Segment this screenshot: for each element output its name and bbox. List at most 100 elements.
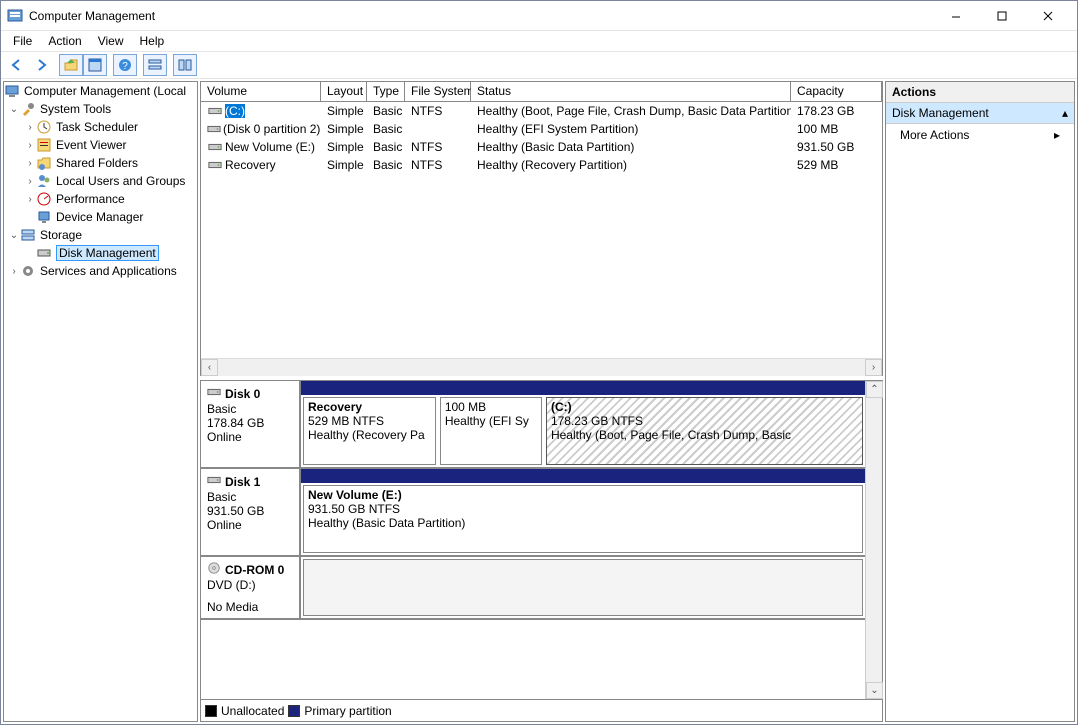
volume-body[interactable]: (C:)SimpleBasicNTFSHealthy (Boot, Page F… bbox=[201, 102, 882, 358]
volume-row[interactable]: RecoverySimpleBasicNTFSHealthy (Recovery… bbox=[201, 156, 882, 174]
partition-size: 100 MB bbox=[445, 400, 537, 414]
expand-icon[interactable]: › bbox=[24, 140, 36, 151]
disk-row[interactable]: CD-ROM 0DVD (D:)No Media bbox=[201, 557, 865, 620]
expand-icon[interactable]: › bbox=[24, 122, 36, 133]
legend: Unallocated Primary partition bbox=[201, 699, 882, 721]
expand-icon[interactable]: › bbox=[24, 194, 36, 205]
disk-state: No Media bbox=[207, 600, 293, 614]
expand-icon[interactable]: › bbox=[24, 158, 36, 169]
collapse-icon[interactable]: ▴ bbox=[1062, 106, 1068, 120]
scroll-right-icon[interactable]: › bbox=[865, 359, 882, 376]
volume-row[interactable]: (Disk 0 partition 2)SimpleBasicHealthy (… bbox=[201, 120, 882, 138]
vscrollbar[interactable]: ⌃ ⌄ bbox=[865, 381, 882, 699]
tree-task-scheduler[interactable]: ›Task Scheduler bbox=[4, 118, 197, 136]
tree-pane[interactable]: Computer Management (Local ⌄ System Tool… bbox=[3, 81, 198, 722]
expand-icon[interactable]: ⌄ bbox=[8, 230, 20, 241]
partition-status: Healthy (Boot, Page File, Crash Dump, Ba… bbox=[551, 428, 858, 442]
partition-box[interactable]: Recovery529 MB NTFSHealthy (Recovery Pa bbox=[303, 397, 436, 465]
disk-scroll[interactable]: Disk 0Basic178.84 GBOnlineRecovery529 MB… bbox=[201, 381, 865, 699]
minimize-button[interactable] bbox=[933, 1, 979, 31]
tree-services[interactable]: ›Services and Applications bbox=[4, 262, 197, 280]
col-status[interactable]: Status bbox=[471, 82, 791, 101]
app-icon bbox=[7, 8, 23, 24]
disk-stripe bbox=[301, 381, 865, 395]
volume-fs: NTFS bbox=[405, 104, 471, 118]
partition-box[interactable]: (C:)178.23 GB NTFSHealthy (Boot, Page Fi… bbox=[546, 397, 863, 465]
menu-view[interactable]: View bbox=[90, 32, 132, 50]
tree-device-manager[interactable]: Device Manager bbox=[4, 208, 197, 226]
menu-help[interactable]: Help bbox=[132, 32, 173, 50]
tree-shared-folders[interactable]: ›Shared Folders bbox=[4, 154, 197, 172]
scroll-down-icon[interactable]: ⌄ bbox=[866, 682, 883, 699]
volume-type: Basic bbox=[367, 158, 405, 172]
main-area: Computer Management (Local ⌄ System Tool… bbox=[1, 79, 1077, 724]
scroll-up-icon[interactable]: ⌃ bbox=[866, 381, 883, 398]
disk-size: 178.84 GB bbox=[207, 416, 293, 430]
tree-event-viewer[interactable]: ›Event Viewer bbox=[4, 136, 197, 154]
col-volume[interactable]: Volume bbox=[201, 82, 321, 101]
col-layout[interactable]: Layout bbox=[321, 82, 367, 101]
disk-row[interactable]: Disk 1Basic931.50 GBOnlineNew Volume (E:… bbox=[201, 469, 865, 557]
nav-forward-button[interactable] bbox=[29, 54, 53, 76]
computer-icon bbox=[4, 83, 20, 99]
actions-group-label: Disk Management bbox=[892, 106, 989, 120]
hscrollbar[interactable]: ‹ › bbox=[201, 358, 882, 375]
partition-box[interactable] bbox=[303, 559, 863, 616]
volume-row[interactable]: New Volume (E:)SimpleBasicNTFSHealthy (B… bbox=[201, 138, 882, 156]
clock-icon bbox=[36, 119, 52, 135]
volume-name: (Disk 0 partition 2) bbox=[223, 122, 320, 136]
partition-status: Healthy (Recovery Pa bbox=[308, 428, 431, 442]
expand-icon[interactable]: › bbox=[8, 266, 20, 277]
expand-icon[interactable]: ⌄ bbox=[8, 104, 20, 115]
disk-partitions bbox=[301, 557, 865, 618]
toolbar-view2-button[interactable] bbox=[173, 54, 197, 76]
partition-box[interactable]: New Volume (E:)931.50 GB NTFSHealthy (Ba… bbox=[303, 485, 863, 553]
share-icon bbox=[36, 155, 52, 171]
tree-performance[interactable]: ›Performance bbox=[4, 190, 197, 208]
disk-size: 931.50 GB bbox=[207, 504, 293, 518]
disk-info: CD-ROM 0DVD (D:)No Media bbox=[201, 557, 301, 618]
actions-header: Actions bbox=[886, 82, 1074, 103]
col-fs[interactable]: File System bbox=[405, 82, 471, 101]
actions-more[interactable]: More Actions ▸ bbox=[886, 124, 1074, 146]
partition-status: Healthy (EFI Sy bbox=[445, 414, 537, 428]
tree-local-users[interactable]: ›Local Users and Groups bbox=[4, 172, 197, 190]
expand-icon[interactable]: › bbox=[24, 176, 36, 187]
event-icon bbox=[36, 137, 52, 153]
device-icon bbox=[36, 209, 52, 225]
volume-status: Healthy (Basic Data Partition) bbox=[471, 140, 791, 154]
scroll-left-icon[interactable]: ‹ bbox=[201, 359, 218, 376]
disk-row[interactable]: Disk 0Basic178.84 GBOnlineRecovery529 MB… bbox=[201, 381, 865, 469]
close-button[interactable] bbox=[1025, 1, 1071, 31]
toolbar-help-button[interactable]: ? bbox=[113, 54, 137, 76]
perf-icon bbox=[36, 191, 52, 207]
menu-file[interactable]: File bbox=[5, 32, 40, 50]
chevron-right-icon: ▸ bbox=[1054, 128, 1060, 142]
toolbar-view1-button[interactable] bbox=[143, 54, 167, 76]
disk-info: Disk 0Basic178.84 GBOnline bbox=[201, 381, 301, 467]
partition-size: 931.50 GB NTFS bbox=[308, 502, 858, 516]
partition-box[interactable]: 100 MBHealthy (EFI Sy bbox=[440, 397, 542, 465]
col-type[interactable]: Type bbox=[367, 82, 405, 101]
tree-system-tools[interactable]: ⌄ System Tools bbox=[4, 100, 197, 118]
tree-disk-management[interactable]: Disk Management bbox=[4, 244, 197, 262]
tree-root[interactable]: Computer Management (Local bbox=[4, 82, 197, 100]
volume-status: Healthy (EFI System Partition) bbox=[471, 122, 791, 136]
col-capacity[interactable]: Capacity bbox=[791, 82, 882, 101]
volume-type: Basic bbox=[367, 140, 405, 154]
toolbar-properties-button[interactable] bbox=[83, 54, 107, 76]
window-title: Computer Management bbox=[29, 9, 933, 23]
volume-name: New Volume (E:) bbox=[225, 140, 315, 154]
partition-size: 178.23 GB NTFS bbox=[551, 414, 858, 428]
actions-group[interactable]: Disk Management ▴ bbox=[886, 103, 1074, 124]
disk-state: Online bbox=[207, 518, 293, 532]
disk-graphical: Disk 0Basic178.84 GBOnlineRecovery529 MB… bbox=[200, 380, 883, 722]
disk-boxes: Recovery529 MB NTFSHealthy (Recovery Pa1… bbox=[301, 395, 865, 467]
scroll-track[interactable] bbox=[218, 359, 865, 376]
maximize-button[interactable] bbox=[979, 1, 1025, 31]
toolbar-up-button[interactable] bbox=[59, 54, 83, 76]
tree-storage[interactable]: ⌄Storage bbox=[4, 226, 197, 244]
nav-back-button[interactable] bbox=[5, 54, 29, 76]
menu-action[interactable]: Action bbox=[40, 32, 89, 50]
volume-row[interactable]: (C:)SimpleBasicNTFSHealthy (Boot, Page F… bbox=[201, 102, 882, 120]
